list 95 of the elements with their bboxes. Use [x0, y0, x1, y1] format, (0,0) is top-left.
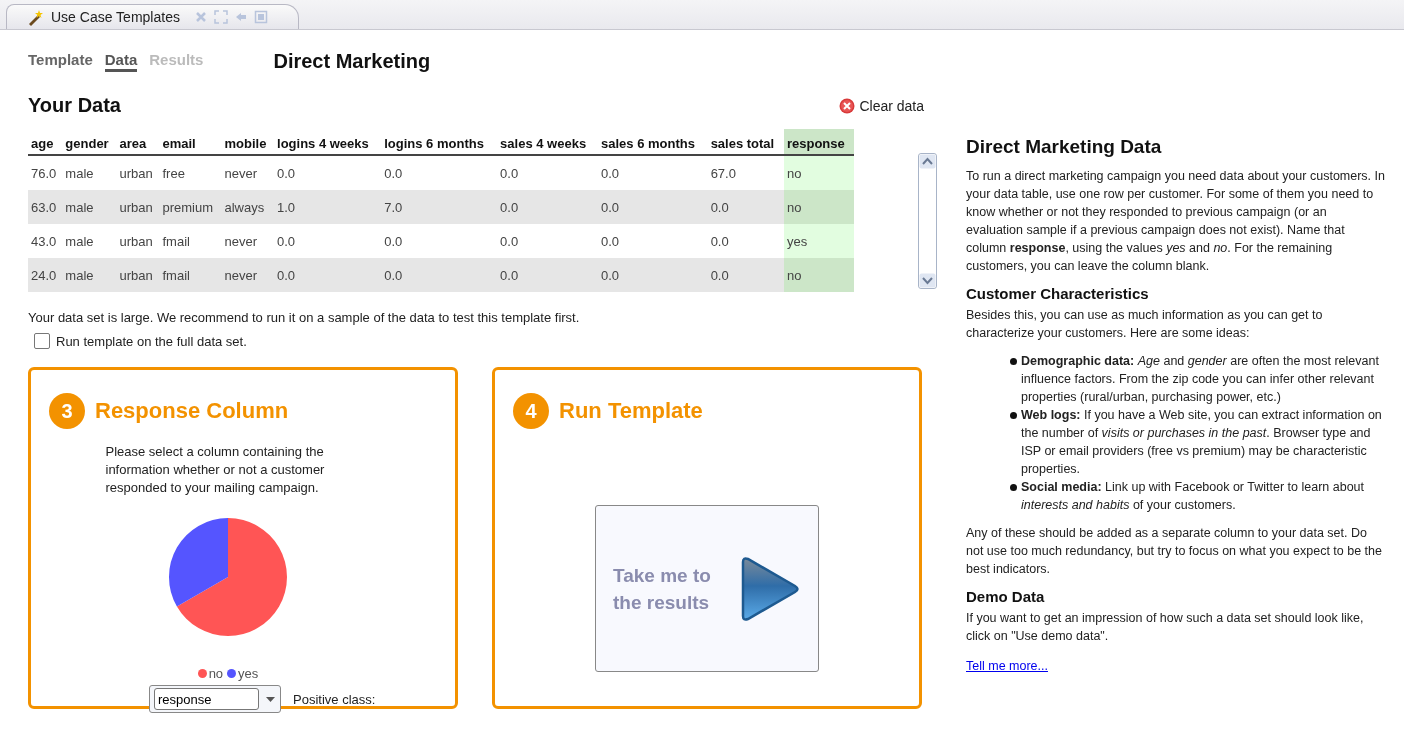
table-cell: 0.0 [598, 190, 708, 224]
step-number: 3 [49, 393, 85, 429]
table-cell: no [783, 258, 854, 292]
help-heading: Customer Characteristics [966, 285, 1150, 302]
table-cell: 0.0 [381, 224, 498, 258]
table-cell: always [221, 190, 275, 224]
checkbox[interactable] [34, 333, 50, 349]
table-cell: 0.0 [707, 224, 784, 258]
bullet-text: Social media: Link up with Facebook or Twitter to learn about interests and habits of your customers. [1021, 479, 1365, 514]
table-cell: 67.0 [707, 155, 784, 190]
table-cell: 0.0 [497, 190, 599, 224]
editor-tab[interactable]: Use Case Templates [6, 4, 299, 29]
sample-note: Your data set is large. We recommend to run it on a sample of the data to test this template first. [28, 310, 581, 325]
table-cell: 0.0 [274, 155, 382, 190]
close-icon[interactable] [193, 10, 208, 24]
clear-icon [839, 97, 856, 114]
scrollbar[interactable] [918, 153, 937, 289]
table-cell: 0.0 [598, 155, 708, 190]
table-cell: male [62, 224, 117, 258]
column-header: response [783, 129, 854, 155]
column-header: sales 4 weeks [497, 129, 599, 155]
legend-label: no [208, 666, 224, 681]
table-cell: 0.0 [598, 224, 708, 258]
bullet-text: Web logs: If you have a Web site, you can extract information on the number of visits or purchases in the past. Browser type and ISP or email providers (free vs premium) may be characteristic properties. [1021, 407, 1383, 478]
checkbox-label: Run template on the full data set. [56, 333, 247, 349]
table-cell: male [62, 258, 117, 292]
scroll-down-icon[interactable] [919, 273, 936, 288]
table-cell: 0.0 [381, 258, 498, 292]
table-cell: 63.0 [28, 190, 63, 224]
column-header: logins 6 months [381, 129, 498, 155]
column-header: gender [62, 129, 117, 155]
help-paragraph: To run a direct marketing campaign you need data about your customers. In your data table, use one row per customer. For some of them you need to know whether or not they responded to previous campaign (or an evaluation sample if a previous campaign does not exist). Name that column response, using the values yes and no. For the remaining customers, you can leave the column blank. [966, 168, 1386, 275]
column-header: area [116, 129, 160, 155]
table-cell: 43.0 [28, 224, 63, 258]
table-cell: 0.0 [497, 155, 599, 190]
table-cell: 0.0 [381, 155, 498, 190]
column-header: email [159, 129, 222, 155]
help-heading: Demo Data [966, 588, 1046, 605]
column-header: age [28, 129, 63, 155]
maximize-icon[interactable] [213, 10, 228, 24]
table-cell: free [159, 155, 222, 190]
table-cell: 0.0 [274, 258, 382, 292]
bullet-icon [1010, 412, 1017, 419]
clear-data-button[interactable]: Clear data [839, 97, 924, 114]
field-label: Positive class: [293, 691, 376, 707]
table-cell: 24.0 [28, 258, 63, 292]
description: Please select a column containing the information whether or not a customer responded to your mailing campaign. [105, 443, 326, 497]
table-cell: 0.0 [707, 190, 784, 224]
column-header: logins 4 weeks [274, 129, 382, 155]
table-cell: never [221, 258, 275, 292]
bullet-icon [1010, 484, 1017, 491]
table-cell: urban [116, 155, 160, 190]
table-cell: 0.0 [274, 224, 382, 258]
table-cell: no [783, 155, 854, 190]
help-paragraph: If you want to get an impression of how such a data set should look like, click on "Use demo data". [966, 610, 1365, 645]
table-cell: 76.0 [28, 155, 63, 190]
help-paragraph: Besides this, you can use as much information as you can get to characterize your customers. Here are some ideas: [966, 307, 1324, 342]
step-number: 4 [513, 393, 549, 429]
section-title: Your Data [28, 94, 121, 117]
table-cell: 0.0 [707, 258, 784, 292]
column-dropdown[interactable]: response [149, 685, 281, 713]
table-cell: male [62, 155, 117, 190]
column-header: sales 6 months [598, 129, 708, 155]
bullet-text: Demographic data: Age and gender are often the most relevant influence factors. From the zip code you can infer other relevant properties (rural/urban, purchasing power, etc.) [1021, 353, 1380, 406]
column-header: mobile [221, 129, 275, 155]
scroll-up-icon[interactable] [919, 154, 936, 169]
help-title: Direct Marketing Data [966, 136, 1163, 158]
magic-wand-icon [27, 8, 45, 26]
table-cell: fmail [159, 224, 222, 258]
card-title: Response Column [95, 398, 289, 424]
restore-icon[interactable] [253, 10, 268, 24]
table-cell: 1.0 [274, 190, 382, 224]
nav-tab[interactable]: Data [104, 50, 138, 72]
card-title: Run Template [559, 398, 703, 424]
table-cell: 0.0 [598, 258, 708, 292]
table-cell: fmail [159, 258, 222, 292]
help-paragraph: Any of these should be added as a separate column to your data set. Do not use too much redundancy, but try to focus on what you expect to be the best indicators. [966, 525, 1383, 578]
table-cell: premium [159, 190, 222, 224]
table-cell: urban [116, 224, 160, 258]
legend-label: yes [238, 666, 259, 681]
table-cell: yes [783, 224, 854, 258]
table-cell: never [221, 224, 275, 258]
page-title: Direct Marketing [273, 49, 431, 73]
table-cell: 0.0 [497, 258, 599, 292]
bullet-icon [1010, 358, 1017, 365]
table-cell: 0.0 [497, 224, 599, 258]
dropdown-arrow-icon [265, 695, 276, 703]
table-cell: 7.0 [381, 190, 498, 224]
table-cell: urban [116, 258, 160, 292]
nav-tab[interactable]: Template [28, 50, 93, 72]
table-cell: male [62, 190, 117, 224]
table-cell: no [783, 190, 854, 224]
table-cell: urban [116, 190, 160, 224]
table-cell: never [221, 155, 275, 190]
tell-me-more-link[interactable]: Tell me more... [966, 659, 1048, 673]
